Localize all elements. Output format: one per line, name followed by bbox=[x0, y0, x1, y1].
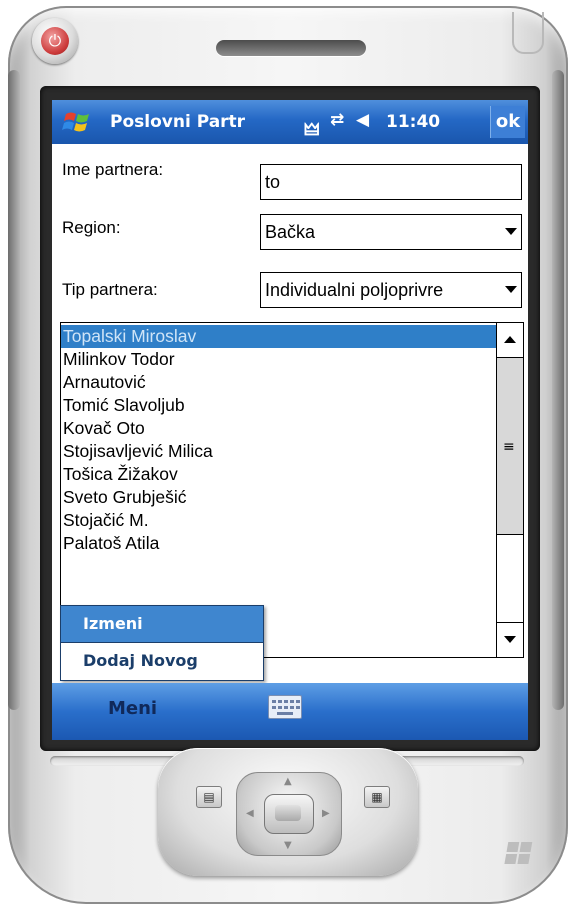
list-item[interactable]: Tošica Žižakov bbox=[61, 463, 499, 486]
chevron-down-icon bbox=[505, 286, 517, 293]
app-title: Poslovni Partr bbox=[110, 112, 246, 132]
list-item[interactable]: Palatoš Atila bbox=[61, 532, 499, 555]
softkey-bar: Meni bbox=[52, 683, 528, 740]
antenna-icon[interactable]: 🜲 bbox=[304, 110, 319, 145]
list-item[interactable]: Sveto Grubješić bbox=[61, 486, 499, 509]
dpad-down-icon: ▼ bbox=[284, 840, 292, 851]
partner-type-value: Individualni poljoprivre bbox=[265, 280, 444, 300]
chevron-down-icon bbox=[505, 228, 517, 235]
list-item[interactable]: Milinkov Todor bbox=[61, 348, 499, 371]
scroll-up-button[interactable] bbox=[497, 323, 523, 358]
partner-name-input[interactable]: to bbox=[260, 164, 522, 200]
right-hardware-button[interactable]: ▦ bbox=[364, 786, 390, 808]
list-item[interactable]: Topalski Miroslav bbox=[61, 325, 499, 348]
list-item[interactable]: Tomić Slavoljub bbox=[61, 394, 499, 417]
stylus-slot bbox=[512, 12, 544, 54]
scroll-down-button[interactable] bbox=[497, 622, 523, 657]
windows-logo-icon bbox=[504, 842, 537, 868]
partner-name-label: Ime partnera: bbox=[62, 160, 164, 179]
dpad-left-icon: ◀ bbox=[246, 808, 254, 819]
list-item[interactable]: Stojačić M. bbox=[61, 509, 499, 532]
region-value: Bačka bbox=[265, 222, 316, 242]
earpiece-speaker bbox=[216, 40, 366, 56]
partner-type-label: Tip partnera: bbox=[62, 280, 158, 299]
power-button[interactable]: ⏻ bbox=[32, 18, 78, 64]
clock[interactable]: 11:40 bbox=[386, 112, 440, 132]
list-item[interactable]: Stojisavljević Milica bbox=[61, 440, 499, 463]
menu-item-add-new[interactable]: Dodaj Novog bbox=[61, 643, 263, 679]
title-bar: Poslovni Partr 🜲 ⇄ ◀︎ 11:40 ok bbox=[52, 100, 528, 144]
list-scrollbar[interactable]: ≡ bbox=[496, 323, 523, 657]
keyboard-icon[interactable] bbox=[268, 695, 302, 719]
left-side-rail bbox=[8, 70, 20, 710]
menu-softkey[interactable]: Meni bbox=[108, 698, 157, 719]
right-side-rail bbox=[552, 70, 564, 710]
ok-button[interactable]: ok bbox=[490, 106, 525, 138]
list-item[interactable]: Arnautović bbox=[61, 371, 499, 394]
partner-type-dropdown[interactable]: Individualni poljoprivre bbox=[260, 272, 522, 308]
left-hardware-button[interactable]: ▤ bbox=[196, 786, 222, 808]
list-item[interactable]: Kovač Oto bbox=[61, 417, 499, 440]
screen: Poslovni Partr 🜲 ⇄ ◀︎ 11:40 ok Ime partn… bbox=[52, 100, 528, 740]
scroll-thumb[interactable]: ≡ bbox=[497, 358, 523, 535]
dpad-center-button[interactable] bbox=[264, 794, 314, 834]
menu-item-edit[interactable]: Izmeni bbox=[61, 606, 263, 642]
region-dropdown[interactable]: Bačka bbox=[260, 214, 522, 250]
dpad-up-icon: ▲ bbox=[284, 776, 292, 787]
region-label: Region: bbox=[62, 218, 121, 237]
speaker-icon[interactable]: ◀︎ bbox=[356, 110, 369, 130]
windows-flag-icon[interactable] bbox=[62, 108, 94, 136]
context-menu: Izmeni Dodaj Novog bbox=[60, 605, 264, 681]
power-icon: ⏻ bbox=[41, 27, 69, 55]
grip-icon: ≡ bbox=[503, 439, 515, 455]
sync-arrows-icon[interactable]: ⇄ bbox=[330, 110, 344, 130]
dpad-right-icon: ▶ bbox=[322, 808, 330, 819]
